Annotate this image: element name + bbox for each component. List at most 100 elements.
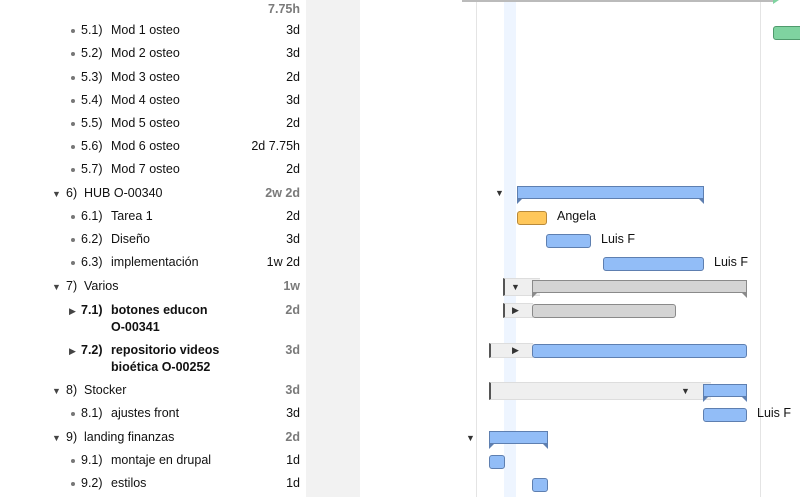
row-name: Varios [84, 279, 119, 293]
gridline [476, 0, 477, 497]
duration: 1w 2d [266, 255, 300, 269]
duration: 3d [285, 383, 300, 397]
outline-row-partial[interactable]: 7.75h [0, 1, 306, 18]
task-bar-6-2[interactable] [546, 234, 591, 248]
row-name: HUB O-00340 [84, 186, 163, 200]
row-name: Stocker [84, 383, 127, 397]
bullet-icon [71, 76, 75, 80]
row-name: Mod 5 osteo [111, 116, 180, 130]
expand-triangle-icon[interactable]: ▶ [69, 346, 76, 357]
bullet-icon [71, 145, 75, 149]
row-number: 5.1) [81, 23, 103, 37]
resource-label: Luis F [757, 406, 792, 420]
row-name: montaje en drupal [111, 453, 212, 467]
duration: 3d [286, 406, 300, 420]
bullet-icon [71, 482, 75, 486]
row-name: botones educon O-00341 [111, 303, 208, 334]
task-bar-7-2[interactable] [532, 344, 747, 358]
task-bar-8-1[interactable] [703, 408, 747, 422]
summary-line-5 [462, 0, 775, 2]
duration: 1d [286, 476, 300, 490]
duration: 3d [286, 232, 300, 246]
row-number: 7.1) [81, 303, 103, 317]
duration: 2d [286, 162, 300, 176]
row-number: 7.2) [81, 343, 103, 357]
duration: 2d [286, 70, 300, 84]
resource-label: Angela [557, 209, 596, 223]
duration: 3d [286, 46, 300, 60]
bullet-icon [71, 261, 75, 265]
row-number: 5.3) [81, 70, 103, 84]
row-number: 5.6) [81, 139, 103, 153]
gantt-chart [360, 0, 800, 497]
summary-bar-8[interactable] [703, 384, 747, 402]
duration: 2d 7.75h [251, 139, 300, 153]
row-name: ajustes front [111, 406, 180, 420]
collapse-triangle-icon[interactable]: ▼ [466, 433, 475, 443]
bullet-icon [71, 238, 75, 242]
row-number: 6.2) [81, 232, 103, 246]
bullet-icon [71, 29, 75, 33]
bullet-icon [71, 459, 75, 463]
today-column [504, 0, 516, 497]
outline-pane: 7.75h 5.1) Mod 1 osteo 3d 5.2) Mod 2 osteo 3d… [0, 0, 306, 497]
summary-bar-9[interactable] [489, 431, 548, 449]
duration: 2d [285, 303, 300, 317]
duration: 1w [283, 279, 300, 293]
row-name: implementación [111, 255, 199, 269]
expand-triangle-icon[interactable]: ▶ [69, 306, 76, 317]
collapse-triangle-icon[interactable]: ▼ [52, 433, 61, 443]
duration: 7.75h [268, 2, 300, 16]
duration: 3d [286, 23, 300, 37]
resource-label: Luis F [714, 255, 749, 269]
row-name: Mod 2 osteo [111, 46, 180, 60]
task-bar-9-1[interactable] [489, 455, 505, 469]
row-number: 5.5) [81, 116, 103, 130]
gridline [760, 0, 761, 497]
collapse-triangle-icon[interactable]: ▼ [52, 189, 61, 199]
task-bar-9-2[interactable] [532, 478, 548, 492]
collapse-triangle-icon[interactable]: ▼ [511, 282, 520, 292]
row-number: 5.2) [81, 46, 103, 60]
task-bar-6-3[interactable] [603, 257, 704, 271]
milestone-marker [773, 0, 779, 4]
summary-bar-6[interactable] [517, 186, 704, 204]
duration: 2w 2d [265, 186, 300, 200]
bullet-icon [71, 412, 75, 416]
row-name: Mod 7 osteo [111, 162, 180, 176]
row-name: Mod 3 osteo [111, 70, 180, 84]
duration: 2d [285, 430, 300, 444]
row-name: landing finanzas [84, 430, 175, 444]
duration: 1d [286, 453, 300, 467]
collapse-triangle-icon[interactable]: ▼ [52, 282, 61, 292]
row-name: Mod 1 osteo [111, 23, 180, 37]
row-number: 6.3) [81, 255, 103, 269]
row-number: 5.7) [81, 162, 103, 176]
expand-triangle-icon[interactable]: ▶ [512, 305, 519, 316]
row-number: 9.2) [81, 476, 103, 490]
row-name: Mod 6 osteo [111, 139, 180, 153]
bullet-icon [71, 99, 75, 103]
resource-label: Luis F [601, 232, 636, 246]
collapse-triangle-icon[interactable]: ▼ [681, 386, 690, 396]
task-bar-6-1[interactable] [517, 211, 547, 225]
row-number: 6) [66, 186, 78, 200]
collapse-triangle-icon[interactable]: ▼ [495, 188, 504, 198]
row-number: 5.4) [81, 93, 103, 107]
duration: 3d [285, 343, 300, 357]
task-bar-7-1[interactable] [532, 304, 676, 318]
row-number: 7) [66, 279, 78, 293]
row-number: 8.1) [81, 406, 103, 420]
row-number: 9.1) [81, 453, 103, 467]
row-number: 9) [66, 430, 78, 444]
task-bar-5-1[interactable] [773, 26, 800, 40]
bullet-icon [71, 215, 75, 219]
row-name: estilos [111, 476, 147, 490]
expand-triangle-icon[interactable]: ▶ [512, 345, 519, 356]
collapse-triangle-icon[interactable]: ▼ [52, 386, 61, 396]
row-number: 8) [66, 383, 78, 397]
row-name: Diseño [111, 232, 150, 246]
duration: 2d [286, 209, 300, 223]
row-number: 6.1) [81, 209, 103, 223]
summary-bar-7[interactable] [532, 280, 747, 298]
